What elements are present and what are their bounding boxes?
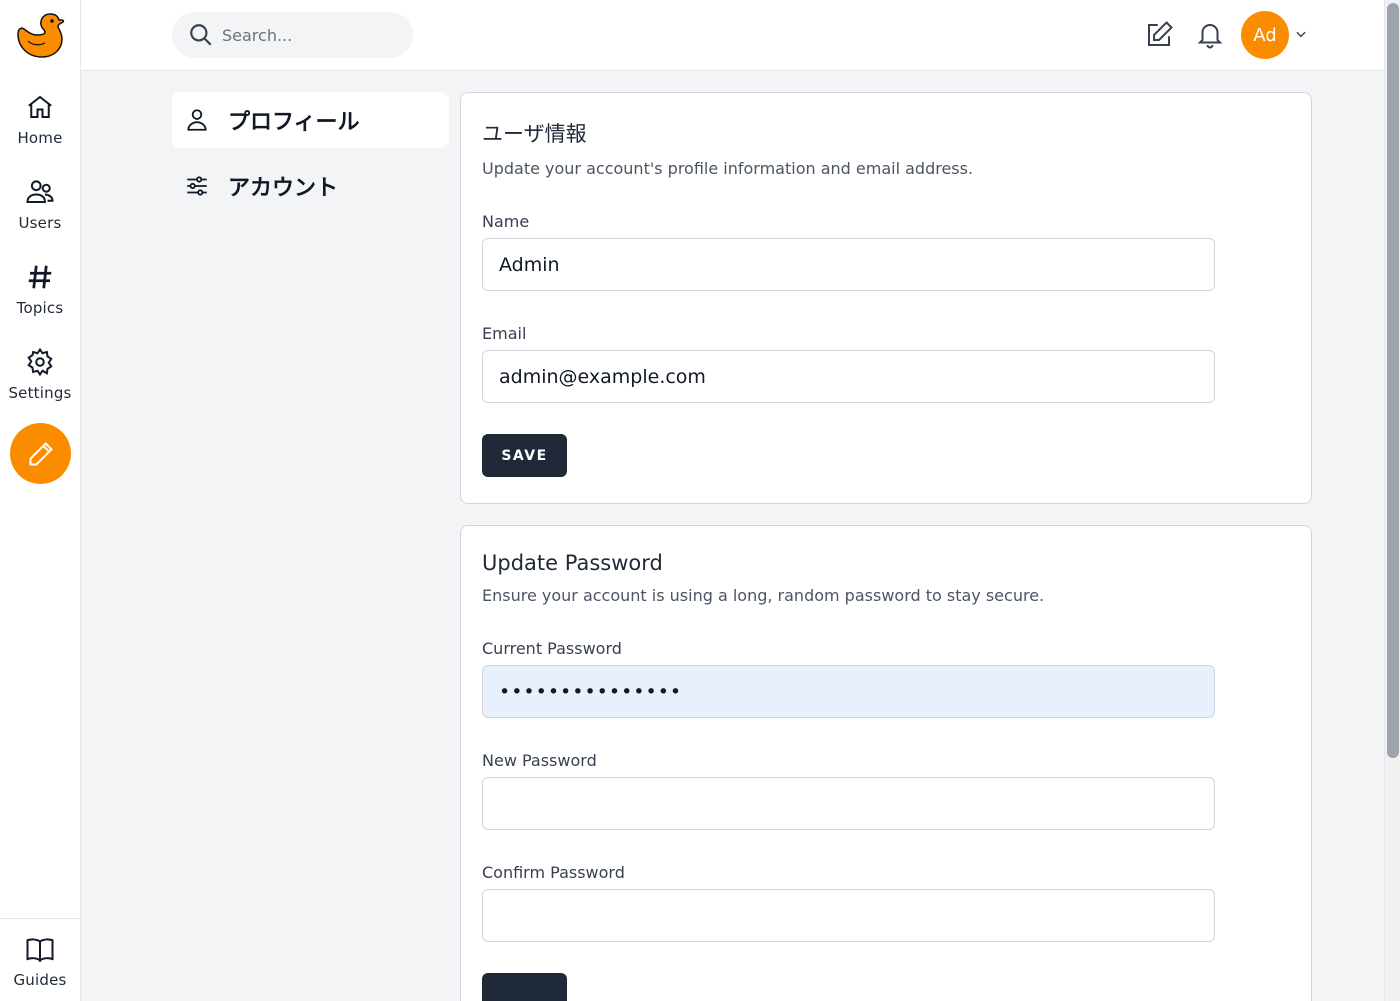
confirm-password-field[interactable] [482,889,1215,942]
search-icon [190,24,212,46]
gear-icon [27,347,53,377]
card-title: Update Password [482,551,663,575]
avatar-initials: Ad [1253,24,1277,46]
profile-info-card: ユーザ情報 Update your account's profile info… [460,92,1312,504]
compose-button[interactable] [10,423,71,484]
pencil-icon [29,441,53,465]
search-input[interactable] [222,25,392,45]
update-password-card: Update Password Ensure your account is u… [460,525,1312,1001]
book-icon [26,938,54,963]
new-password-field[interactable] [482,777,1215,830]
rail-item-home[interactable]: Home [0,92,80,147]
avatar[interactable]: Ad [1241,11,1289,59]
chevron-down-icon[interactable] [1294,27,1308,41]
top-bar: Ad [81,0,1384,71]
new-password-label: New Password [482,751,597,770]
card-description: Update your account's profile informatio… [482,159,974,178]
card-title: ユーザ情報 [482,122,587,146]
page-scrollbar[interactable] [1384,0,1400,1001]
edit-icon[interactable] [1144,20,1174,50]
user-icon [187,109,207,131]
rail-item-label: Users [18,214,62,232]
rail-item-settings[interactable]: Settings [0,347,80,402]
settings-nav: プロフィール アカウント [172,92,449,224]
duck-logo[interactable] [14,10,66,62]
left-rail: Home Users Topics Settings Guides [0,0,81,1001]
card-description: Ensure your account is using a long, ran… [482,586,1045,605]
rail-item-label: Settings [8,384,72,402]
settings-nav-profile[interactable]: プロフィール [172,92,449,148]
email-field[interactable] [482,350,1215,403]
hash-icon [28,265,52,289]
name-label: Name [482,212,530,231]
rail-item-topics[interactable]: Topics [0,262,80,317]
name-field[interactable] [482,238,1215,291]
email-label: Email [482,324,527,343]
sliders-icon [187,176,207,196]
home-icon [28,95,52,118]
rail-item-label: Topics [16,299,64,317]
settings-nav-label: アカウント [228,176,339,201]
users-icon [26,180,54,203]
rail-item-users[interactable]: Users [0,177,80,232]
rail-item-label: Home [17,129,63,147]
current-password-label: Current Password [482,639,622,658]
update-password-save-button[interactable] [482,973,567,1001]
rail-item-guides[interactable]: Guides [0,934,80,989]
save-button[interactable]: SAVE [482,434,567,477]
current-password-field[interactable] [482,665,1215,718]
search-box[interactable] [172,12,413,58]
scrollbar-thumb[interactable] [1387,3,1399,758]
settings-nav-label: プロフィール [228,110,360,135]
rail-divider [0,918,80,919]
confirm-password-label: Confirm Password [482,863,625,882]
bell-icon[interactable] [1195,20,1225,50]
rail-item-label: Guides [13,971,67,989]
settings-nav-account[interactable]: アカウント [172,158,449,214]
